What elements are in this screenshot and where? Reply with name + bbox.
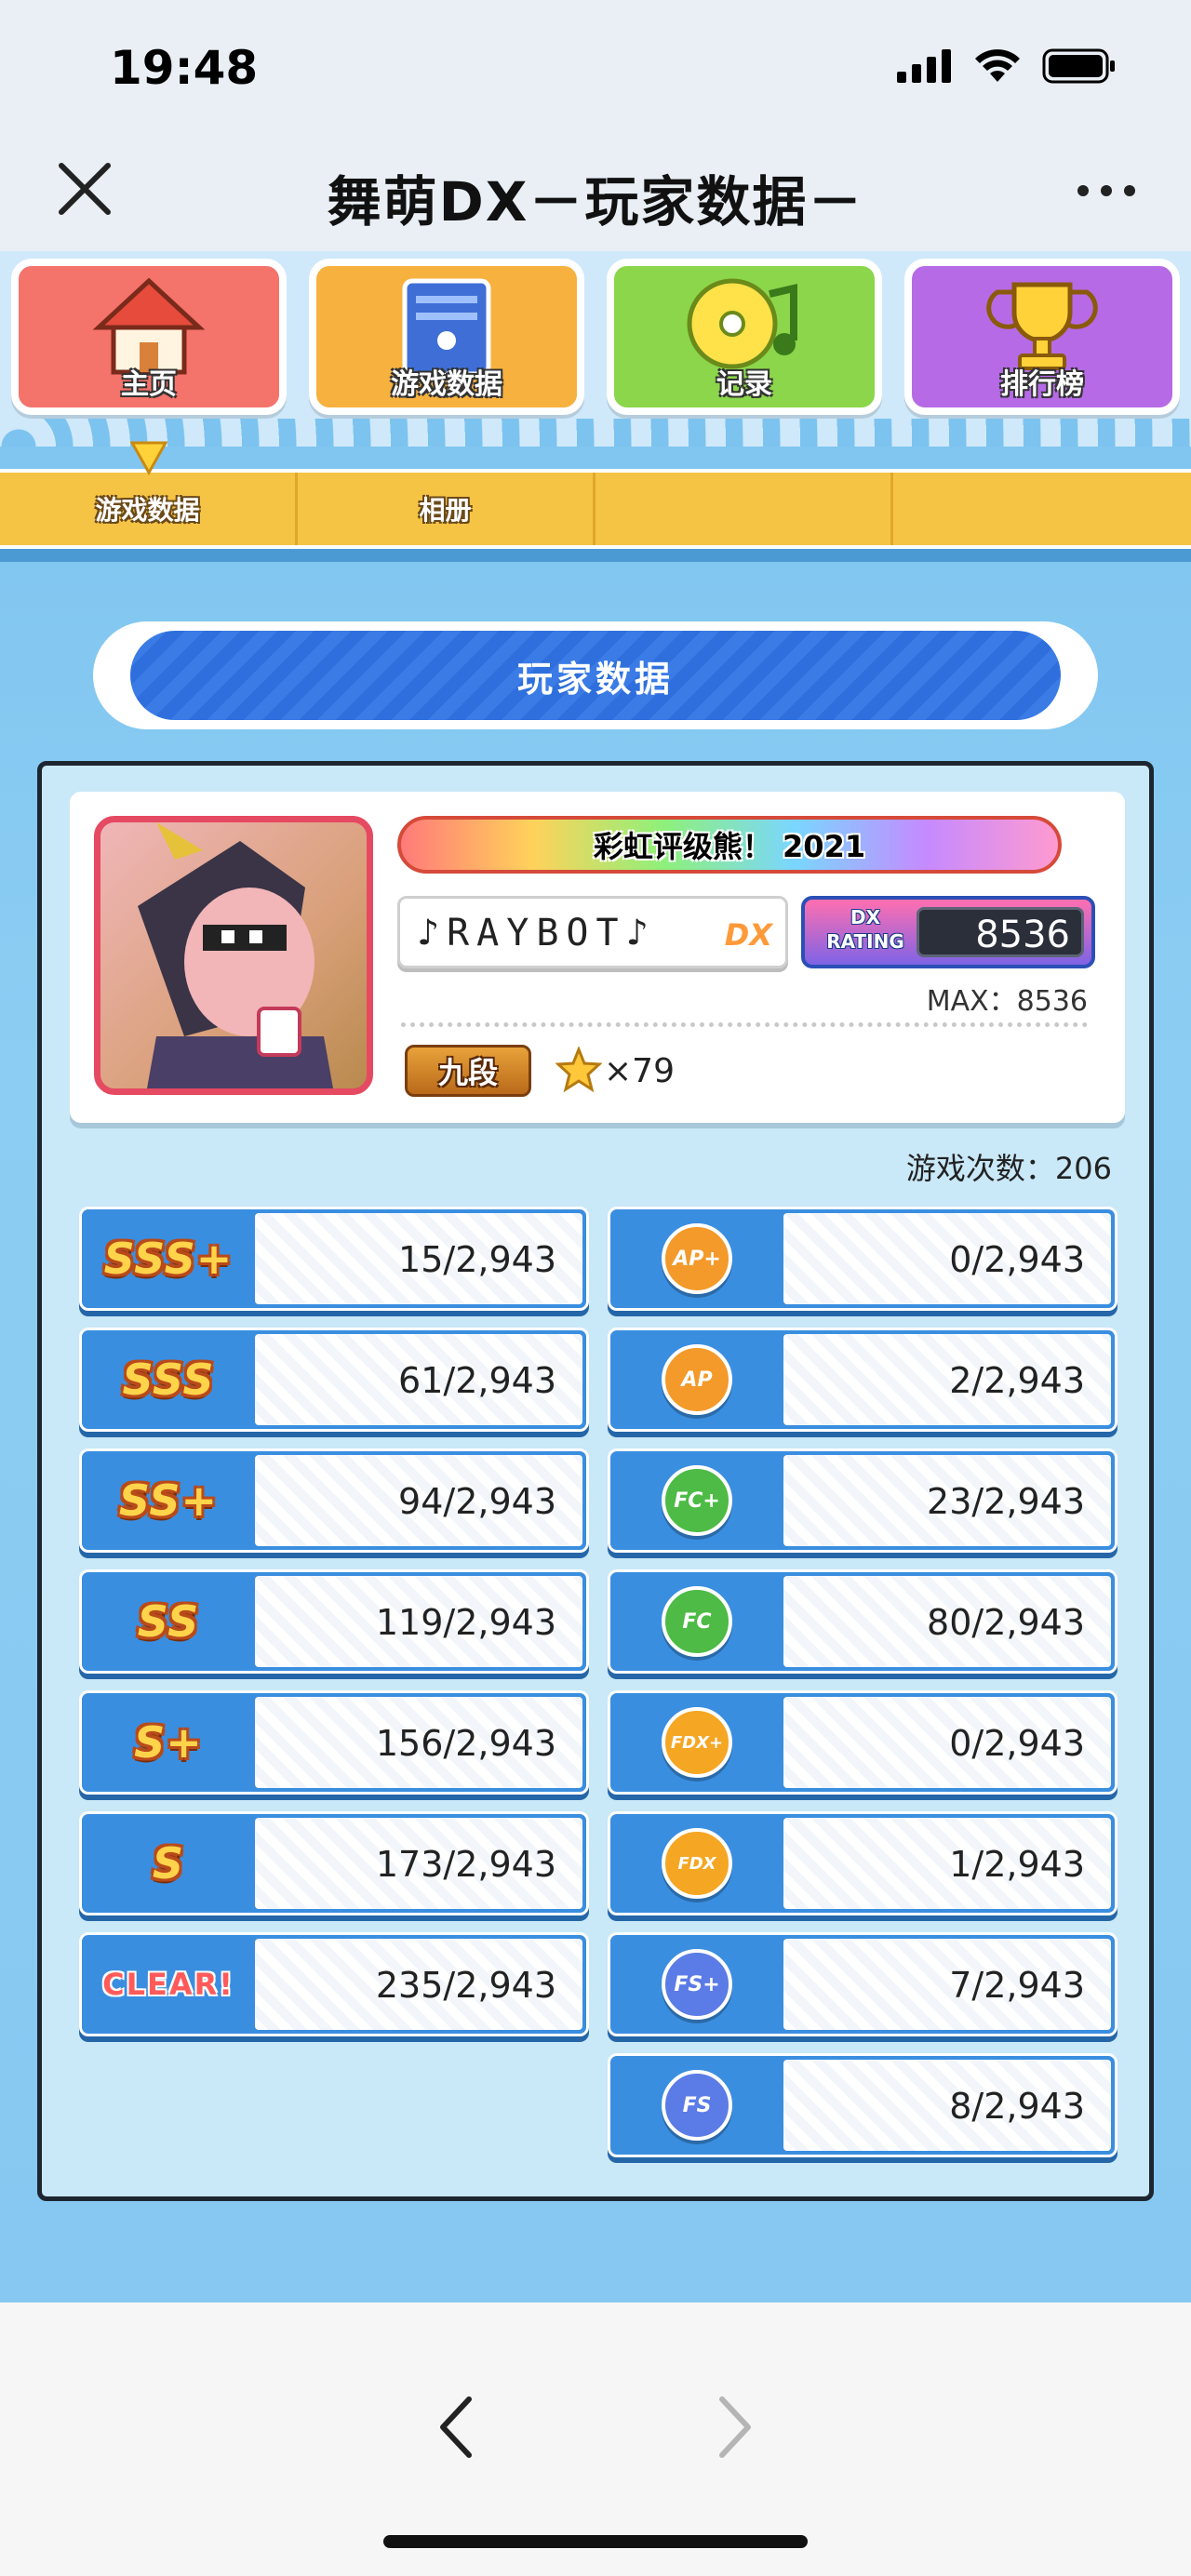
stat-value: 0/2,943 — [949, 1239, 1085, 1280]
player-name: ♪RAYBOT♪ — [417, 912, 656, 954]
status-time: 19:48 — [110, 41, 259, 95]
stat-row-splus: S+ 156/2,943 — [79, 1690, 589, 1795]
title-bar: 舞萌DX－玩家数据－ — [0, 140, 1191, 251]
nav-tile-ranking[interactable]: 排行榜 — [904, 259, 1180, 415]
section-title: 玩家数据 — [130, 631, 1061, 720]
stat-row-fdx: FDX 1/2,943 — [608, 1811, 1117, 1915]
fc-plus-medal-icon: FC+ — [662, 1465, 732, 1536]
player-data-panel: 彩虹评级熊！ 2021 ♪RAYBOT♪ DX DX RATING 8536 M… — [37, 761, 1154, 2201]
rating-label-top: DX — [850, 906, 881, 928]
signal-icon — [897, 49, 951, 83]
tab-empty-3 — [596, 473, 893, 545]
profile-card: 彩虹评级熊！ 2021 ♪RAYBOT♪ DX DX RATING 8536 M… — [70, 792, 1125, 1123]
star-count: ×79 — [604, 1052, 675, 1090]
rank-badge-sssplus-icon: SSS+ — [103, 1234, 234, 1284]
play-count: 游戏次数：206 — [905, 1151, 1112, 1186]
page-title: 舞萌DX－玩家数据－ — [327, 170, 864, 234]
fdx-medal-icon: FDX — [662, 1828, 732, 1899]
home-indicator — [383, 2535, 808, 2548]
max-rating: MAX：8536 — [926, 985, 1088, 1018]
ap-medal-icon: AP — [662, 1344, 732, 1415]
rank-badge-s-icon: S — [152, 1838, 185, 1889]
back-arrow-icon[interactable] — [428, 2390, 484, 2464]
fc-medal-icon: FC — [662, 1586, 732, 1657]
dan-rank-badge: 九段 — [405, 1045, 531, 1097]
nav-tile-label: 记录 — [716, 368, 772, 401]
rating-label-bottom: RATING — [826, 930, 904, 953]
stat-value: 80/2,943 — [927, 1602, 1085, 1643]
stat-row-s: S 173/2,943 — [79, 1811, 589, 1915]
tab-underline — [0, 549, 1191, 562]
forward-arrow-icon[interactable] — [707, 2390, 763, 2464]
stat-value: 119/2,943 — [375, 1602, 556, 1643]
tab-album[interactable]: 相册 — [298, 473, 596, 545]
stat-row-fsplus: FS+ 7/2,943 — [608, 1932, 1117, 2036]
star-icon — [555, 1047, 602, 1093]
nav-tile-home[interactable]: 主页 — [11, 259, 287, 415]
ap-plus-medal-icon: AP+ — [662, 1223, 732, 1294]
stat-row-ss: SS 119/2,943 — [79, 1569, 589, 1674]
status-bar: 19:48 — [0, 0, 1191, 140]
stat-value: 173/2,943 — [375, 1844, 556, 1885]
rank-badge-sss-icon: SSS — [122, 1355, 215, 1405]
stat-value: 7/2,943 — [949, 1965, 1085, 2006]
rank-badge-ssplus-icon: SS+ — [118, 1475, 219, 1526]
rating-value-box: 8536 — [917, 907, 1084, 957]
stat-row-fc: FC 80/2,943 — [608, 1569, 1117, 1674]
sub-tabs: 游戏数据 相册 — [0, 469, 1191, 549]
stat-value: 8/2,943 — [949, 2086, 1085, 2127]
nav-tile-label: 排行榜 — [1000, 368, 1084, 401]
nav-tile-records[interactable]: 记录 — [607, 259, 882, 415]
stat-value: 1/2,943 — [949, 1844, 1085, 1885]
active-tab-pointer-icon — [130, 441, 167, 476]
clear-badge-icon: CLEAR! — [102, 1967, 234, 2002]
stat-value: 94/2,943 — [398, 1481, 556, 1522]
stat-row-applus: AP+ 0/2,943 — [608, 1207, 1117, 1311]
avatar-illustration — [138, 822, 333, 1088]
more-options-icon[interactable] — [1074, 177, 1139, 205]
nav-tile-label: 主页 — [121, 368, 177, 401]
rank-badge-splus-icon: S+ — [134, 1717, 203, 1768]
stat-value: 23/2,943 — [927, 1481, 1085, 1522]
stat-row-ssplus: SS+ 94/2,943 — [79, 1448, 589, 1553]
battery-icon — [1042, 48, 1115, 84]
wifi-icon — [975, 49, 1020, 82]
divider — [401, 1022, 1088, 1027]
stat-value: 235/2,943 — [375, 1965, 556, 2006]
nav-tile-game-data[interactable]: 游戏数据 — [309, 259, 584, 415]
browser-bottom-bar — [0, 2302, 1191, 2576]
stat-value: 0/2,943 — [949, 1723, 1085, 1764]
dx-badge: DX — [724, 917, 772, 953]
stat-row-sssplus: SSS+ 15/2,943 — [79, 1207, 589, 1311]
stat-value: 2/2,943 — [949, 1360, 1085, 1401]
stat-value: 15/2,943 — [398, 1239, 556, 1280]
status-icons — [897, 48, 1117, 84]
stat-row-ap: AP 2/2,943 — [608, 1328, 1117, 1432]
tab-empty-4 — [893, 473, 1191, 545]
rank-badge-ss-icon: SS — [137, 1596, 200, 1647]
fs-medal-icon: FS — [662, 2070, 732, 2141]
stat-row-fs: FS 8/2,943 — [608, 2053, 1117, 2157]
tab-game-data[interactable]: 游戏数据 — [0, 473, 298, 545]
fs-plus-medal-icon: FS+ — [662, 1949, 732, 2020]
stat-row-sss: SSS 61/2,943 — [79, 1328, 589, 1432]
stat-row-fcplus: FC+ 23/2,943 — [608, 1448, 1117, 1553]
fdx-plus-medal-icon: FDX+ — [662, 1707, 732, 1778]
section-banner: 玩家数据 — [93, 621, 1098, 729]
stat-value: 61/2,943 — [398, 1360, 556, 1401]
name-plate: ♪RAYBOT♪ DX — [397, 896, 788, 968]
player-title-plate: 彩虹评级熊！ 2021 — [397, 816, 1062, 874]
rating-plate: DX RATING 8536 — [801, 896, 1095, 968]
rating-label: DX RATING — [814, 905, 917, 954]
nav-tile-label: 游戏数据 — [391, 368, 502, 401]
main-nav: 主页 游戏数据 记录 排行榜 — [0, 251, 1191, 447]
stat-row-fdxplus: FDX+ 0/2,943 — [608, 1690, 1117, 1795]
stat-row-clear: CLEAR! 235/2,943 — [79, 1932, 589, 2036]
game-frame: 主页 游戏数据 记录 排行榜 游戏数据 相册 玩家数据 彩虹评级熊！ 2021 … — [0, 251, 1191, 2302]
stat-value: 156/2,943 — [375, 1723, 556, 1764]
player-avatar — [94, 816, 373, 1095]
rating-value: 8536 — [975, 914, 1070, 956]
